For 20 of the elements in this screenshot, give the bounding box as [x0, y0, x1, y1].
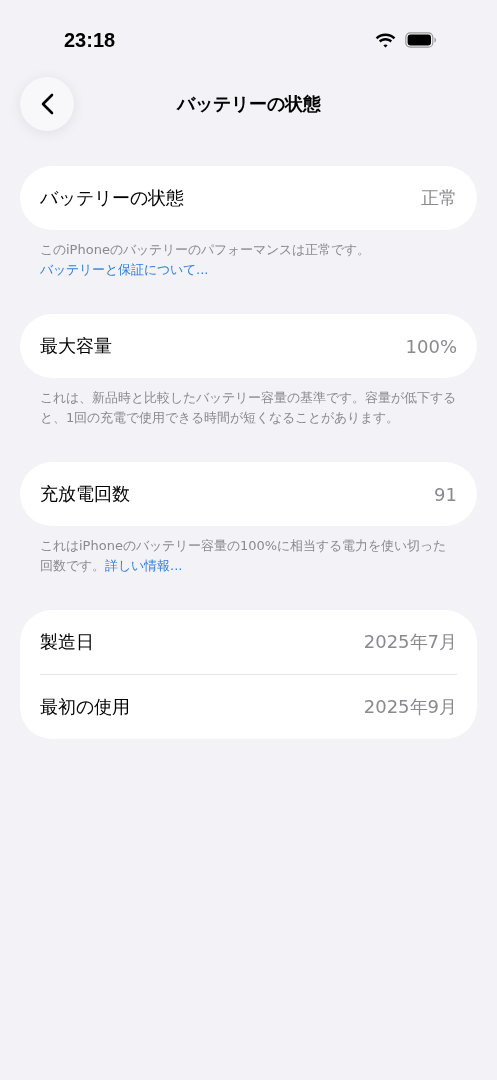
status-time: 23:18	[64, 28, 116, 52]
chevron-left-icon	[40, 93, 54, 115]
footer-text: このiPhoneのバッテリーのパフォーマンスは正常です。 バッテリーと保証について...	[40, 241, 371, 279]
row-value: 2025年7月	[363, 630, 457, 654]
row-value: 2025年9月	[363, 695, 457, 719]
row-value: 100%	[405, 335, 457, 357]
footer-text: これはiPhoneのバッテリー容量の100%に相当する電力を使い切った回数です。詳しい情報...	[40, 537, 448, 575]
row-value: 正常	[421, 186, 457, 210]
footer-text: これは、新品時と比較したバッテリー容量の基準です。容量が低下すると、1回の充電で使用できる時間が短くなることがあります。	[40, 389, 457, 427]
row-label: 充放電回数	[40, 482, 130, 506]
more-link[interactable]: 詳しい情報...	[105, 558, 183, 573]
row-label: 製造日	[40, 630, 94, 654]
row-value: 91	[434, 483, 457, 505]
row-label: バッテリーの状態	[40, 186, 184, 210]
row-label: 最大容量	[40, 334, 112, 358]
more-link[interactable]: バッテリーと保証について...	[40, 262, 209, 277]
battery-icon	[405, 32, 437, 48]
nav-title: バッテリーの状態	[176, 92, 321, 116]
wifi-icon	[375, 32, 396, 48]
row-label: 最初の使用	[40, 695, 130, 719]
